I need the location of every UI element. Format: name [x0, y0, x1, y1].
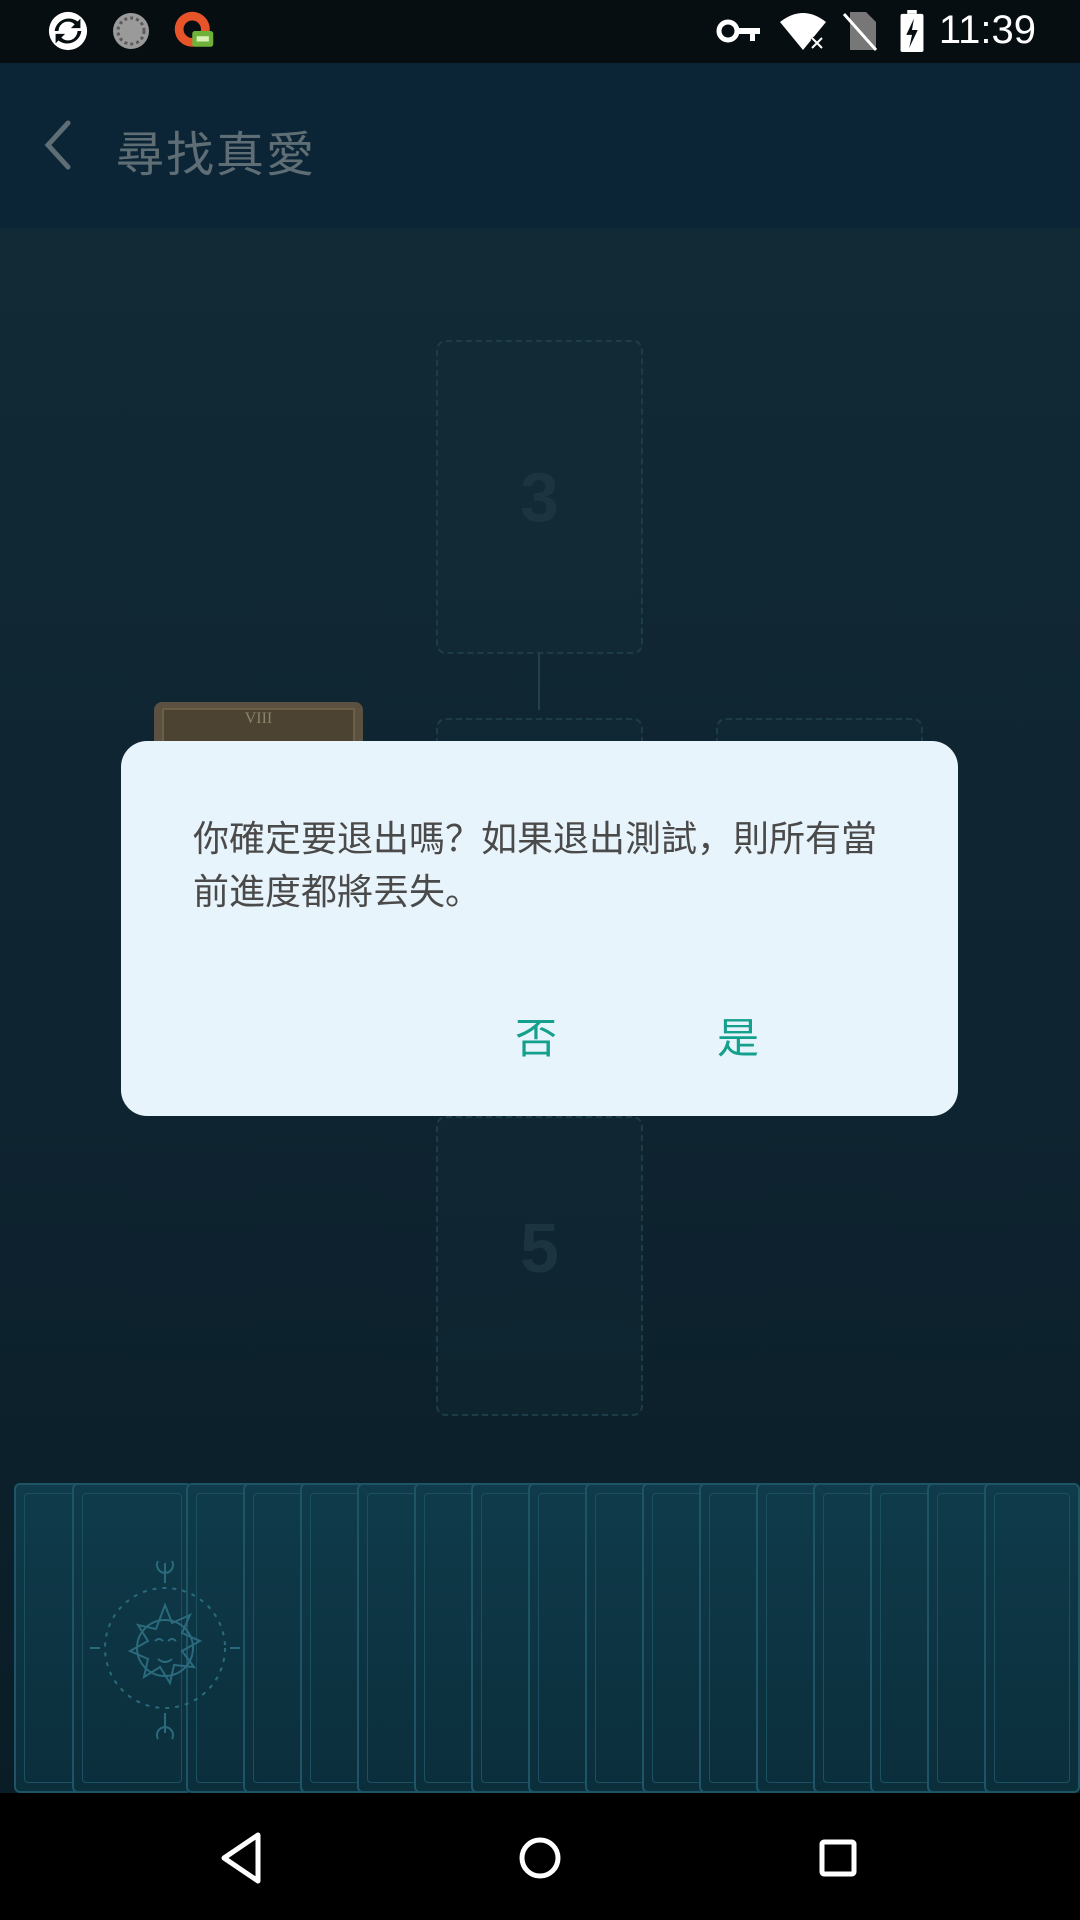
- sync-app-icon: [48, 11, 88, 51]
- clock-time: 11:39: [938, 8, 1036, 52]
- recents-square-icon[interactable]: [803, 1823, 873, 1893]
- exit-confirm-dialog: 你確定要退出嗎？如果退出測試，則所有當前進度都將丟失。 否 是: [121, 741, 958, 1116]
- no-button[interactable]: 否: [481, 999, 591, 1079]
- vpn-key-icon: [716, 19, 760, 43]
- home-circle-icon[interactable]: [505, 1823, 575, 1893]
- no-sim-icon: [842, 12, 878, 51]
- loading-circle-icon: [113, 13, 149, 49]
- status-bar: 11:39: [0, 0, 1080, 63]
- system-nav-bar: [0, 1793, 1080, 1920]
- back-triangle-icon[interactable]: [206, 1823, 276, 1893]
- vpn-app-icon: [174, 11, 214, 47]
- yes-button[interactable]: 是: [683, 999, 793, 1079]
- dialog-message: 你確定要退出嗎？如果退出測試，則所有當前進度都將丟失。: [193, 819, 878, 913]
- battery-charging-icon: [900, 10, 924, 52]
- wifi-no-internet-icon: [780, 13, 826, 50]
